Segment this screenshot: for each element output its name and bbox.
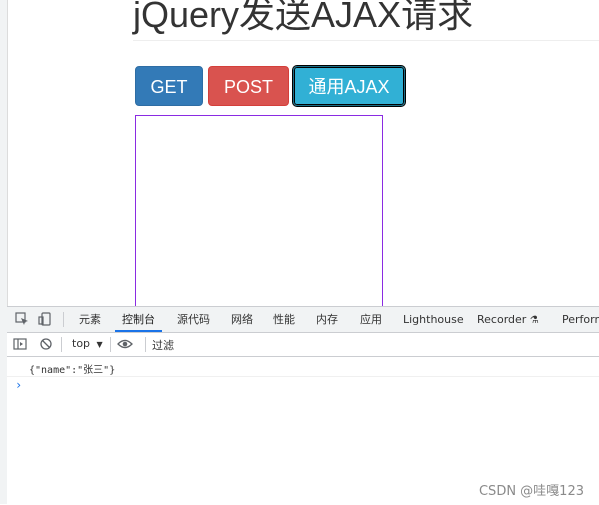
sidebar-toggle-icon[interactable] [13, 337, 27, 351]
context-selector[interactable]: top ▼ [72, 337, 103, 350]
tab-application[interactable]: 应用 [360, 307, 382, 332]
tab-performance-insights[interactable]: Perform [562, 307, 599, 332]
tab-recorder[interactable]: Recorder ⚗ [477, 307, 539, 332]
page-title: jQuery发送AJAX请求 [133, 0, 474, 35]
device-toolbar-icon[interactable] [38, 312, 52, 326]
flask-icon: ⚗ [529, 315, 539, 326]
post-button[interactable]: POST [208, 66, 289, 106]
title-divider [133, 40, 599, 41]
get-button[interactable]: GET [135, 66, 203, 106]
tab-network[interactable]: 网络 [231, 307, 253, 332]
tab-sources[interactable]: 源代码 [177, 307, 210, 332]
tab-lighthouse[interactable]: Lighthouse [403, 307, 464, 332]
result-box [135, 115, 383, 315]
inspect-element-icon[interactable] [15, 312, 29, 326]
ajax-button[interactable]: 通用AJAX [292, 65, 406, 107]
tab-recorder-label: Recorder [477, 313, 527, 326]
console-prompt[interactable]: › [15, 378, 22, 392]
tab-memory[interactable]: 内存 [316, 307, 338, 332]
console-toolbar: top ▼ 过滤 [7, 333, 599, 357]
console-log-message: {"name":"张三"} [29, 365, 116, 376]
toolbar-separator [61, 337, 62, 352]
toolbar-separator [110, 337, 111, 352]
toolbar-separator [145, 337, 146, 352]
context-selector-label: top [72, 337, 91, 350]
tab-elements[interactable]: 元素 [79, 307, 101, 332]
tab-console[interactable]: 控制台 [115, 307, 162, 332]
tab-separator [63, 312, 64, 327]
console-filter-input[interactable]: 过滤 [152, 337, 174, 353]
clear-console-icon[interactable] [39, 337, 53, 351]
dropdown-arrow-icon: ▼ [96, 340, 103, 349]
tab-performance[interactable]: 性能 [273, 307, 295, 332]
csdn-watermark: CSDN @哇嘎123 [478, 484, 584, 499]
devtools-panel: 元素 控制台 源代码 网络 性能 内存 应用 Lighthouse Record… [7, 306, 599, 505]
live-expression-eye-icon[interactable] [117, 337, 133, 351]
console-log-row: {"name":"张三"} [7, 358, 599, 377]
devtools-tab-bar: 元素 控制台 源代码 网络 性能 内存 应用 Lighthouse Record… [7, 307, 599, 333]
